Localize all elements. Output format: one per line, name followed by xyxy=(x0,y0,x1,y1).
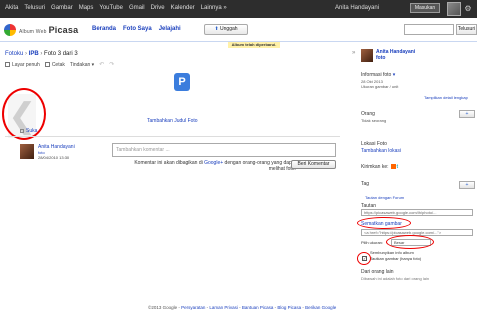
blogger-icon[interactable] xyxy=(390,164,396,169)
people-value: Tidak seorang xyxy=(361,118,387,123)
comment-share-note: Komentar ini akan dibagikan di Google+ d… xyxy=(118,160,296,172)
tab-explore[interactable]: Jelajahi xyxy=(159,26,181,32)
add-photo-title-link[interactable]: Tambahkan Judul Foto xyxy=(147,118,198,124)
account-name[interactable]: Anita Handayani xyxy=(335,5,379,11)
google-plus-link[interactable]: Google+ xyxy=(204,160,223,166)
note-text-post: dengan orang-orang yang dapat melihat fo… xyxy=(224,160,296,172)
breadcrumb-root[interactable]: Fotoku xyxy=(5,51,23,57)
picasa-header: Album Web Picasa Beranda Foto Saya Jelaja… xyxy=(0,18,477,42)
nav-link-akita[interactable]: Akita xyxy=(5,5,18,11)
picasa-logo[interactable]: Album Web Picasa xyxy=(4,24,78,36)
submit-comment-button[interactable]: Beri Komentar xyxy=(291,160,336,169)
upload-button[interactable]: ⬆ Unggah xyxy=(204,24,248,35)
print-icon xyxy=(44,61,50,67)
annotation-circle-size xyxy=(386,235,434,249)
comment-input[interactable]: Tambahkan komentar ... xyxy=(112,143,336,157)
show-details-link[interactable]: Tampilkan detail lengkap xyxy=(424,95,468,100)
footer-link-terms[interactable]: Persyaratan xyxy=(181,305,205,310)
gear-icon[interactable]: ⚙ xyxy=(463,4,473,14)
fullscreen-button[interactable]: Layar penuh xyxy=(5,61,40,68)
fullscreen-icon xyxy=(5,61,10,67)
comment-date: 28/04/2010 13:30 xyxy=(38,155,70,160)
upload-label: Unggah xyxy=(220,26,238,32)
nav-link-maps[interactable]: Maps xyxy=(79,5,94,11)
picasa-logo-icon xyxy=(4,24,16,36)
from-others-text: Dibawah ini adalah foto dari orang lain xyxy=(361,276,430,281)
send-to-label: Kirimkan ke: xyxy=(361,164,389,170)
rotate-right-icon[interactable]: ↷ xyxy=(109,61,114,68)
footer-link-blog[interactable]: Blog Picasa xyxy=(277,305,301,310)
forum-link[interactable]: Tautan dengan Forum xyxy=(365,195,404,200)
rotate-left-icon[interactable]: ↶ xyxy=(99,61,104,68)
from-others-heading: Dari orang lain xyxy=(361,269,394,275)
print-label: Cetak xyxy=(51,61,65,68)
expand-info-icon: ▾ xyxy=(392,72,396,78)
image-size-label: Pilih ukuran: xyxy=(361,240,384,245)
nav-link-calendar[interactable]: Kalender xyxy=(171,5,195,11)
nav-link-more[interactable]: Lainnya » xyxy=(201,5,227,11)
fullscreen-label: Layar penuh xyxy=(12,61,40,68)
nav-link-youtube[interactable]: YouTube xyxy=(99,5,123,11)
nav-link-search[interactable]: Telusuri xyxy=(24,5,45,11)
annotation-circle-embed xyxy=(357,217,411,229)
account-button[interactable]: Masukan xyxy=(410,3,440,13)
send-to-row: Kirimkan ke: t xyxy=(361,164,398,170)
photo-info-heading[interactable]: Informasi foto ▾ xyxy=(361,72,395,78)
tab-home[interactable]: Beranda xyxy=(92,26,116,32)
search-button[interactable]: Telusuri xyxy=(456,24,477,35)
photo-link-field[interactable]: https://picasaweb.google.com/lh/photo/..… xyxy=(361,209,473,216)
breadcrumb: Fotoku › IPB › Foto 3 dari 3 xyxy=(5,51,78,57)
tab-my-photos[interactable]: Foto Saya xyxy=(123,26,152,32)
note-text-pre: Komentar ini akan dibagikan di xyxy=(134,160,203,166)
owner-sub[interactable]: foto xyxy=(376,55,385,61)
twitter-icon[interactable]: t xyxy=(397,164,399,170)
notice-bar: Album telah diperbarui. xyxy=(228,42,280,48)
commenter-avatar[interactable] xyxy=(20,144,34,159)
like-row[interactable]: Suka xyxy=(20,128,37,134)
breadcrumb-position: Foto 3 dari 3 xyxy=(44,51,78,57)
search-input[interactable] xyxy=(404,24,454,35)
like-label: Suka xyxy=(26,128,38,134)
location-heading: Lokasi Foto xyxy=(361,141,387,147)
add-location-link[interactable]: Tambahkan lokasi xyxy=(361,148,401,154)
nav-link-gmail[interactable]: Gmail xyxy=(129,5,145,11)
footer-link-privacy[interactable]: Laman Privasi xyxy=(209,305,238,310)
like-checkbox-icon xyxy=(20,129,24,133)
link-image-label: Tautkan gambar (hanya foto) xyxy=(370,256,422,261)
print-button[interactable]: Cetak xyxy=(44,61,65,68)
owner-avatar[interactable] xyxy=(361,49,373,62)
add-tag-button[interactable]: + xyxy=(459,181,475,189)
photo-size: Ukuran gambar / unit xyxy=(361,84,399,89)
upload-arrow-icon: ⬆ xyxy=(214,26,219,32)
nav-link-images[interactable]: Gambar xyxy=(51,5,73,11)
actions-dropdown[interactable]: Tindakan ▾ xyxy=(70,62,94,68)
people-heading: Orang xyxy=(361,111,375,117)
annotation-circle-checkbox xyxy=(357,252,371,265)
footer-link-feedback[interactable]: Berikan Google xyxy=(305,305,336,310)
nav-link-drive[interactable]: Drive xyxy=(151,5,165,11)
hide-album-info-option[interactable]: Sembunyikan info album xyxy=(370,250,414,255)
divider xyxy=(5,136,340,137)
logo-text: Album Web Picasa xyxy=(19,25,79,35)
breadcrumb-album[interactable]: IPB xyxy=(29,51,39,57)
photo-info-label: Informasi foto xyxy=(361,72,392,78)
top-nav-links: Akita Telusuri Gambar Maps YouTube Gmail… xyxy=(5,5,227,11)
tags-heading: Tag xyxy=(361,181,370,187)
top-navigation-bar: Akita Telusuri Gambar Maps YouTube Gmail… xyxy=(0,0,477,18)
footer: ©2013 Google - Persyaratan - Laman Priva… xyxy=(148,305,337,310)
photo-placeholder-icon[interactable]: P xyxy=(174,73,190,91)
add-people-button[interactable]: + xyxy=(459,110,475,118)
account-avatar[interactable] xyxy=(447,2,461,16)
main-tabs: Beranda Foto Saya Jelajahi xyxy=(92,26,181,32)
collapse-sidebar-icon[interactable]: » xyxy=(352,50,358,56)
photo-toolbar: Layar penuh Cetak Tindakan ▾ ↶ ↷ xyxy=(5,61,114,68)
footer-link-help[interactable]: Bantuan Picasa xyxy=(242,305,274,310)
footer-copyright: ©2013 Google xyxy=(148,305,178,310)
